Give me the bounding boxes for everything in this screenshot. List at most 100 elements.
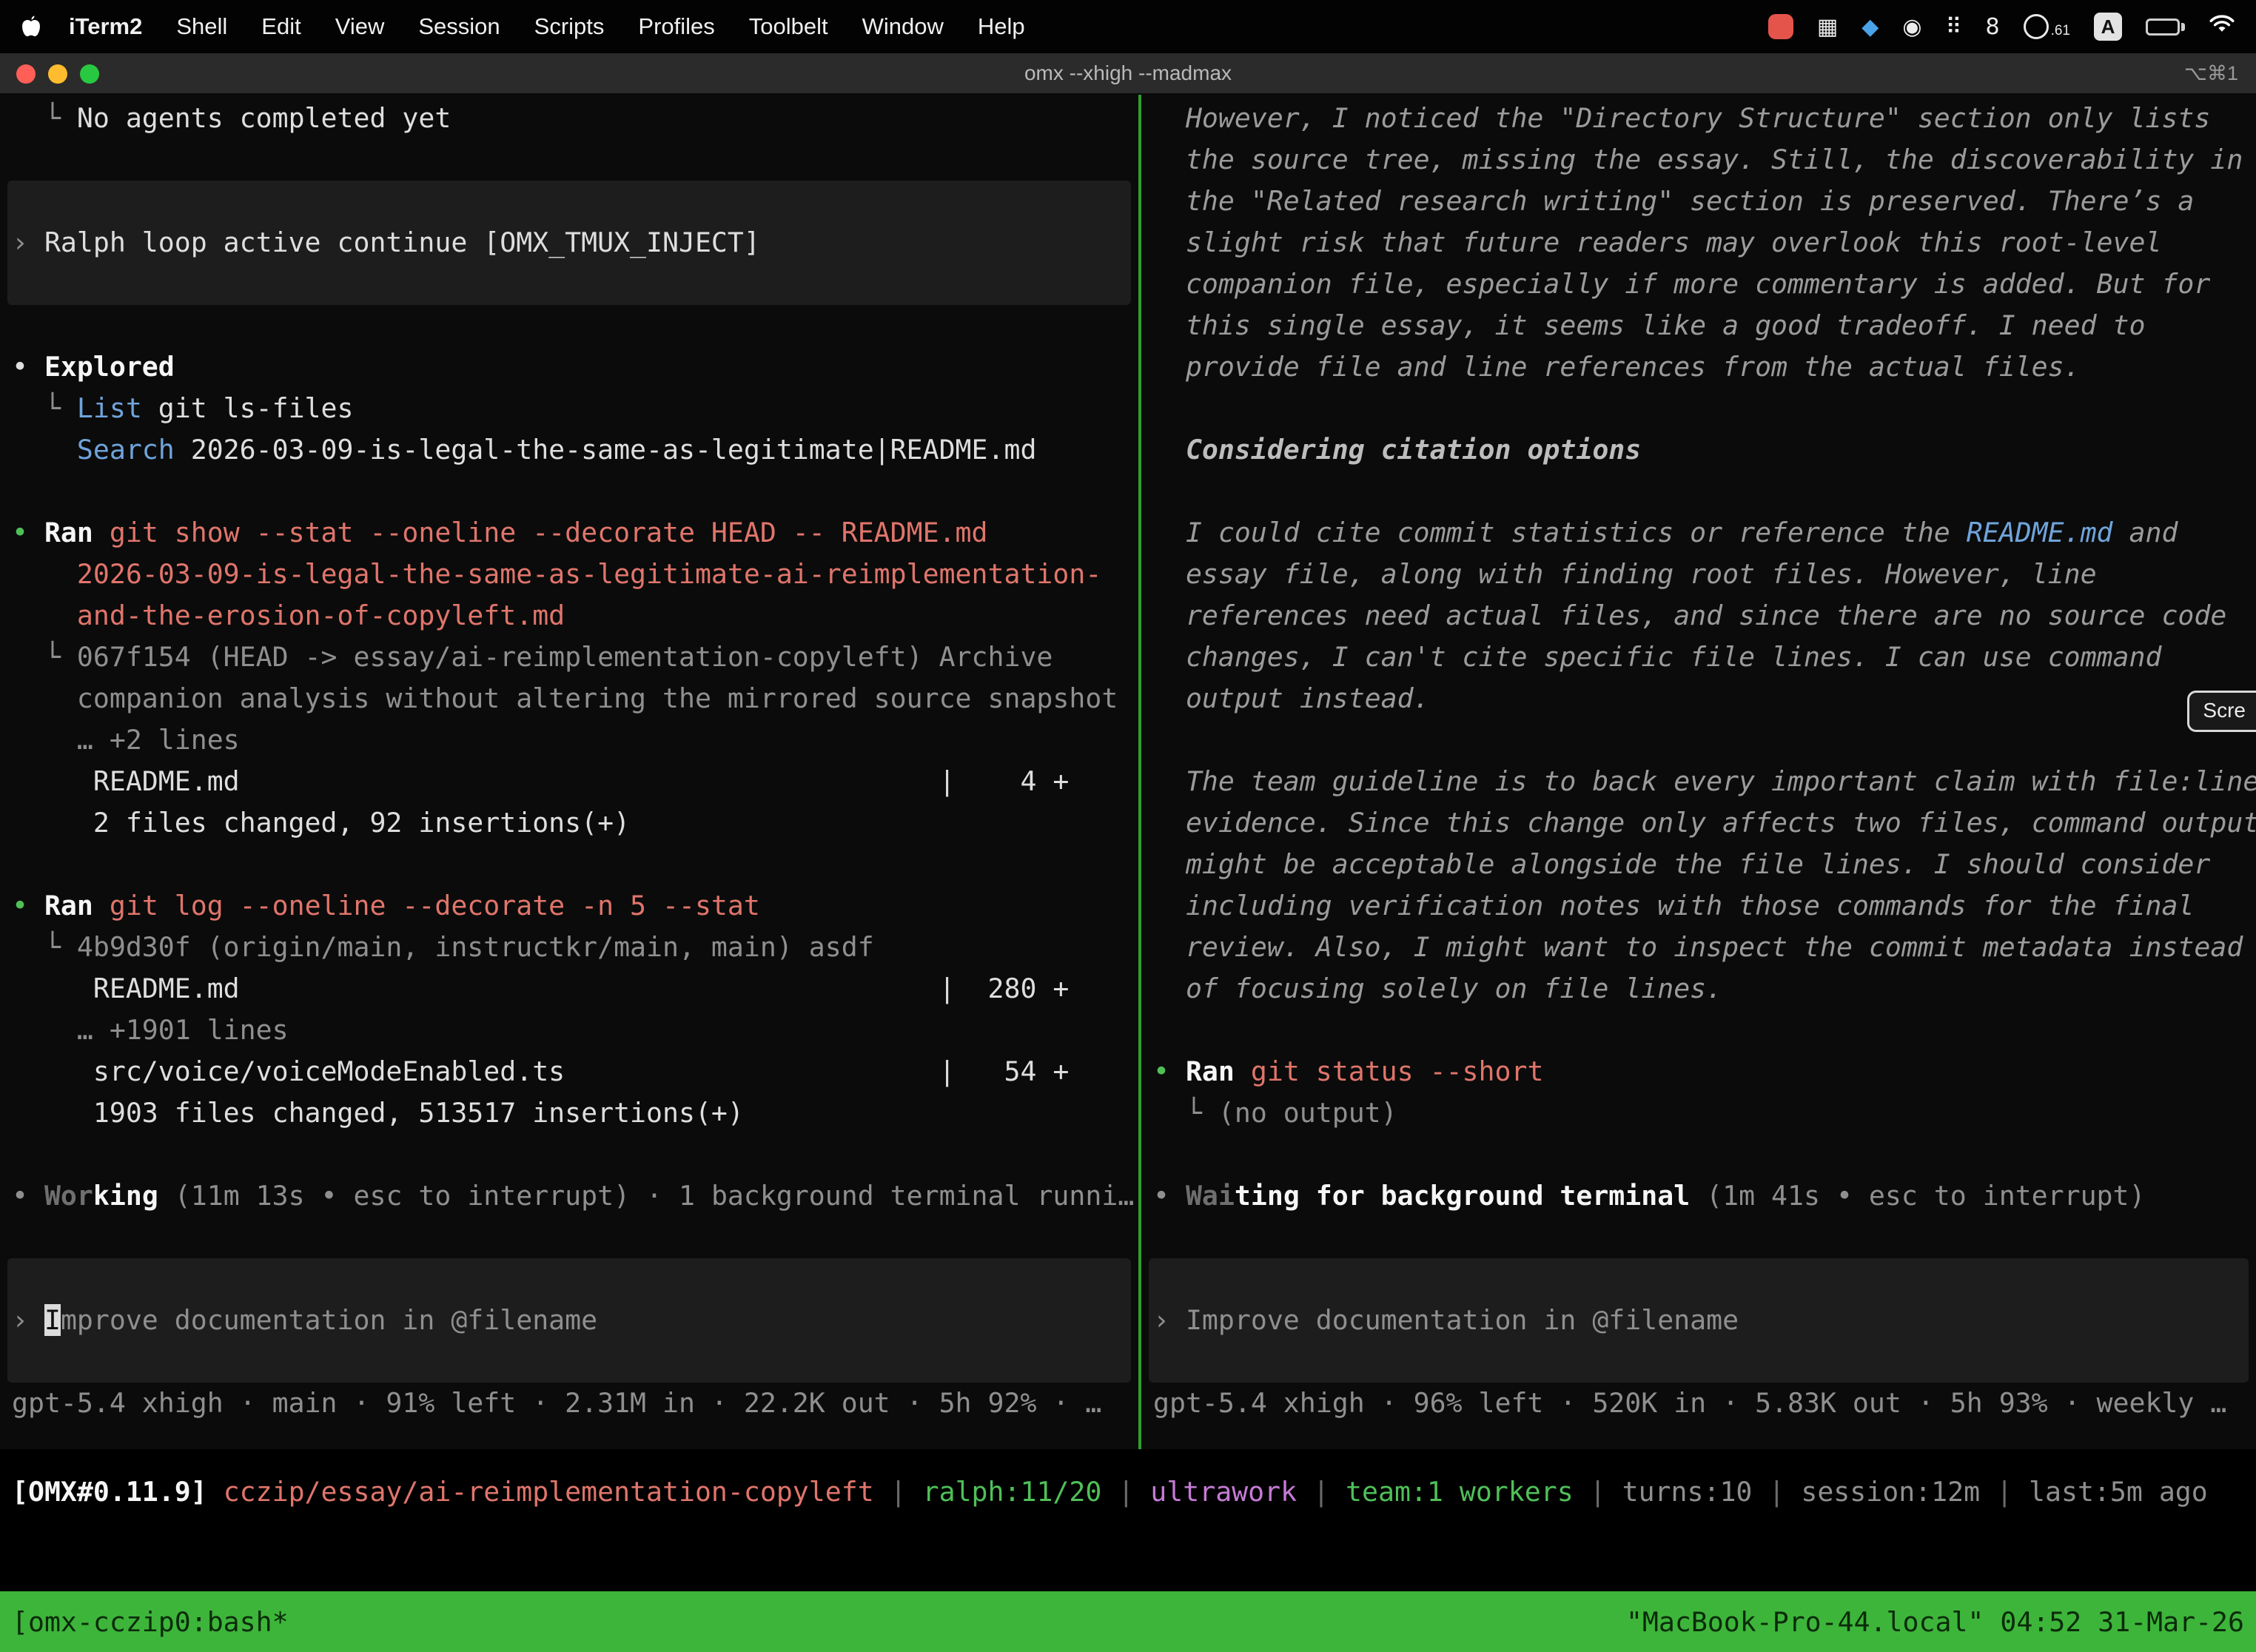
stats-gauge-label: .61: [2051, 23, 2070, 39]
omx-status-bar: [OMX#0.11.9] cczip/essay/ai-reimplementa…: [0, 1471, 2256, 1513]
ralph-loop-banner: › Ralph loop active continue [OMX_TMUX_I…: [7, 181, 1131, 305]
dots-grid-icon[interactable]: ⠿: [1946, 14, 1962, 40]
window-title: omx --xhigh --madmax: [1024, 61, 1232, 85]
terminal-line: companion file, especially if more comme…: [1141, 263, 2256, 305]
terminal-line: The team guideline is to back every impo…: [1141, 761, 2256, 802]
tmux-session-label: [omx-cczip0:bash*: [12, 1606, 289, 1638]
menu-item-profiles[interactable]: Profiles: [621, 13, 731, 39]
tmux-host-clock-label: "MacBook-Pro-44.local" 04:52 31-Mar-26: [1626, 1606, 2244, 1638]
terminal-line: output instead.: [1141, 678, 2256, 719]
terminal-line: README.md | 280 +: [0, 968, 1138, 1010]
terminal-line: including verification notes with those …: [1141, 885, 2256, 927]
terminal-line: this single essay, it seems like a good …: [1141, 305, 2256, 346]
terminal-line: of focusing solely on file lines.: [1141, 968, 2256, 1010]
terminal-line: └ (no output): [1141, 1092, 2256, 1134]
menu-item-help[interactable]: Help: [961, 13, 1042, 39]
terminal-blank-line: [0, 305, 1138, 346]
menu-item-shell[interactable]: Shell: [159, 13, 244, 39]
menu-item-scripts[interactable]: Scripts: [517, 13, 622, 39]
menu-item-iterm2[interactable]: iTerm2: [52, 13, 159, 39]
menu-item-view[interactable]: View: [318, 13, 402, 39]
terminal-line: 2026-03-09-is-legal-the-same-as-legitima…: [0, 554, 1138, 595]
terminal-line: └ 4b9d30f (origin/main, instructkr/main,…: [0, 927, 1138, 968]
terminal-line: gpt-5.4 xhigh · 96% left · 520K in · 5.8…: [1141, 1383, 2256, 1424]
menu-item-edit[interactable]: Edit: [244, 13, 318, 39]
gauge-circle-icon: [2024, 14, 2049, 39]
terminal-line: slight risk that future readers may over…: [1141, 222, 2256, 263]
terminal-line: └ List git ls-files: [0, 388, 1138, 429]
menu-item-session[interactable]: Session: [401, 13, 517, 39]
prompt-input[interactable]: › Improve documentation in @filename: [1149, 1258, 2249, 1383]
terminal-line: • Explored: [0, 346, 1138, 388]
terminal-line: › Improve documentation in @filename: [7, 1300, 1131, 1341]
zoom-button[interactable]: [80, 64, 99, 84]
terminal-line: provide file and line references from th…: [1141, 346, 2256, 388]
camera-icon[interactable]: ◉: [1902, 14, 1921, 40]
menu-item-toolbelt[interactable]: Toolbelt: [732, 13, 845, 39]
terminal-window: └ No agents completed yet › Ralph loop ac…: [0, 95, 2256, 1449]
terminal-blank-line: [0, 844, 1138, 885]
menu-item-window[interactable]: Window: [845, 13, 961, 39]
terminal-line: Considering citation options: [1141, 429, 2256, 471]
terminal-line: src/voice/voiceModeEnabled.ts | 54 +: [0, 1051, 1138, 1092]
stats-gauge-icon[interactable]: .61: [2024, 14, 2070, 39]
terminal-pane-right[interactable]: However, I noticed the "Directory Struct…: [1141, 95, 2256, 1449]
terminal-line: 2 files changed, 92 insertions(+): [0, 802, 1138, 844]
terminal-line: └ 067f154 (HEAD -> essay/ai-reimplementa…: [0, 637, 1138, 678]
terminal-blank-line: [0, 1217, 1138, 1258]
terminal-line: └ No agents completed yet: [0, 98, 1138, 139]
wifi-icon[interactable]: [2209, 13, 2235, 40]
terminal-line: changes, I can't cite specific file line…: [1141, 637, 2256, 678]
terminal-line: references need actual files, and since …: [1141, 595, 2256, 637]
terminal-line: evidence. Since this change only affects…: [1141, 802, 2256, 844]
terminal-blank-line: [1141, 719, 2256, 761]
terminal-blank-line: [0, 471, 1138, 512]
prompt-input[interactable]: › Improve documentation in @filename: [7, 1258, 1131, 1383]
terminal-blank-line: [1141, 1217, 2256, 1258]
terminal-line: 1903 files changed, 513517 insertions(+): [0, 1092, 1138, 1134]
terminal-line: the source tree, missing the essay. Stil…: [1141, 139, 2256, 181]
terminal-blank-line: [1141, 388, 2256, 429]
battery-nub: [2181, 23, 2185, 31]
terminal-blank-line: [1141, 1010, 2256, 1051]
close-button[interactable]: [16, 64, 36, 84]
terminal-blank-line: [1141, 471, 2256, 512]
terminal-line: However, I noticed the "Directory Struct…: [1141, 98, 2256, 139]
tmux-status-bar: [omx-cczip0:bash* "MacBook-Pro-44.local"…: [0, 1591, 2256, 1652]
battery-body: [2146, 19, 2180, 36]
terminal-line: › Ralph loop active continue [OMX_TMUX_I…: [7, 222, 1131, 263]
battery-icon[interactable]: [2146, 19, 2185, 36]
terminal-line: companion analysis without altering the …: [0, 678, 1138, 719]
eight-icon[interactable]: 8: [1985, 14, 1999, 40]
terminal-line: review. Also, I might want to inspect th…: [1141, 927, 2256, 968]
terminal-line: and-the-erosion-of-copyleft.md: [0, 595, 1138, 637]
grid-icon[interactable]: ▦: [1817, 14, 1838, 40]
terminal-line: • Waiting for background terminal (1m 41…: [1141, 1175, 2256, 1217]
terminal-blank-line: [0, 1134, 1138, 1175]
macos-menubar: iTerm2ShellEditViewSessionScriptsProfile…: [0, 0, 2256, 53]
terminal-line: essay file, along with finding root file…: [1141, 554, 2256, 595]
apple-menu-icon[interactable]: [21, 14, 41, 39]
terminal-line: • Working (11m 13s • esc to interrupt) ·…: [0, 1175, 1138, 1217]
traffic-lights: [16, 53, 99, 95]
minimize-button[interactable]: [48, 64, 67, 84]
terminal-blank-line: [0, 139, 1138, 181]
screen-overlay-popup: Scre: [2187, 691, 2256, 732]
menu-items: iTerm2ShellEditViewSessionScriptsProfile…: [52, 13, 1042, 40]
terminal-line: README.md | 4 +: [0, 761, 1138, 802]
terminal-line: › Improve documentation in @filename: [1149, 1300, 2249, 1341]
window-titlebar: omx --xhigh --madmax ⌥⌘1: [0, 53, 2256, 95]
terminal-line: gpt-5.4 xhigh · main · 91% left · 2.31M …: [0, 1383, 1138, 1424]
input-source-icon[interactable]: A: [2094, 13, 2122, 41]
window-shortcut-label: ⌥⌘1: [2184, 62, 2238, 85]
terminal-blank-line: [1141, 1134, 2256, 1175]
screen-record-indicator-icon[interactable]: [1768, 14, 1793, 39]
terminal-pane-left[interactable]: └ No agents completed yet › Ralph loop ac…: [0, 95, 1138, 1449]
terminal-line: • Ran git log --oneline --decorate -n 5 …: [0, 885, 1138, 927]
terminal-line: Search 2026-03-09-is-legal-the-same-as-l…: [0, 429, 1138, 471]
diamond-app-icon[interactable]: ◆: [1861, 14, 1879, 40]
terminal-line: … +2 lines: [0, 719, 1138, 761]
menubar-status-icons: ▦ ◆ ◉ ⠿ 8 .61 A: [1768, 13, 2235, 41]
terminal-line: might be acceptable alongside the file l…: [1141, 844, 2256, 885]
terminal-line: I could cite commit statistics or refere…: [1141, 512, 2256, 554]
